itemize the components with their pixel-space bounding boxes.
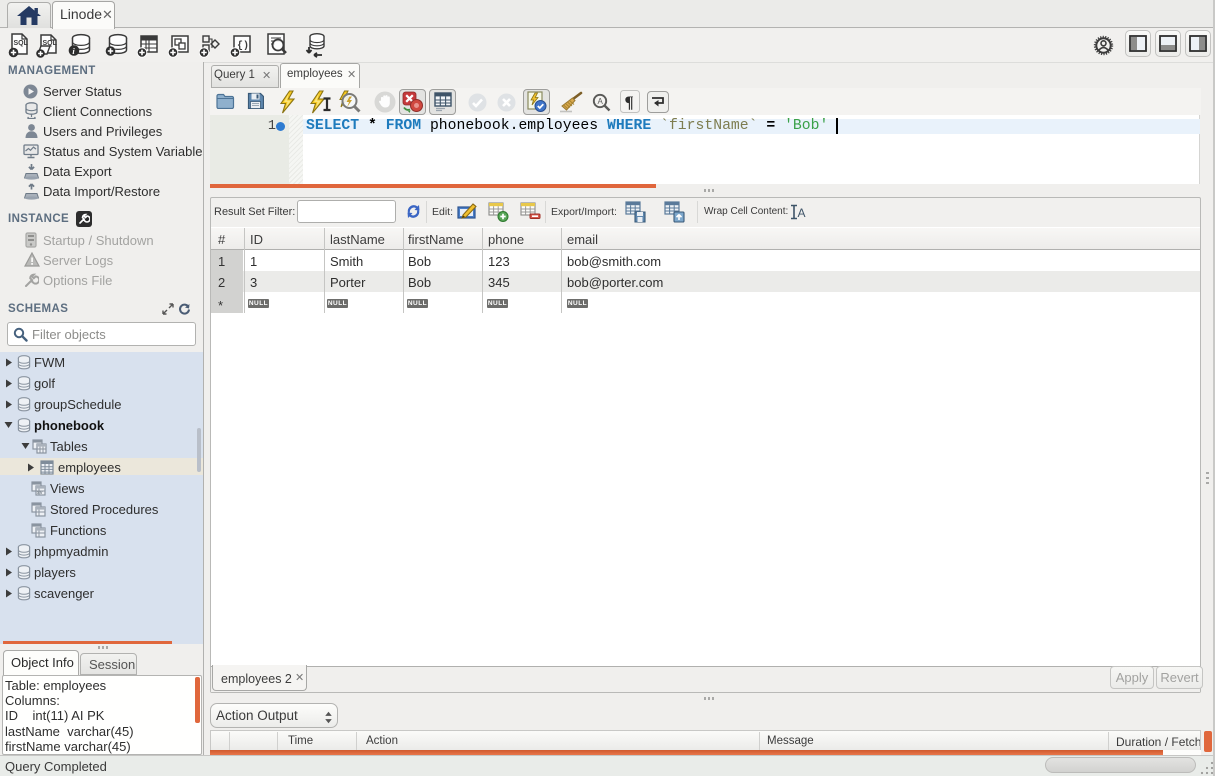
svg-text:A: A xyxy=(598,97,604,106)
svg-text:A: A xyxy=(798,206,806,220)
svg-text:SQL: SQL xyxy=(14,40,29,47)
svg-text:¶: ¶ xyxy=(625,93,634,112)
svg-text:sv: sv xyxy=(37,490,43,496)
